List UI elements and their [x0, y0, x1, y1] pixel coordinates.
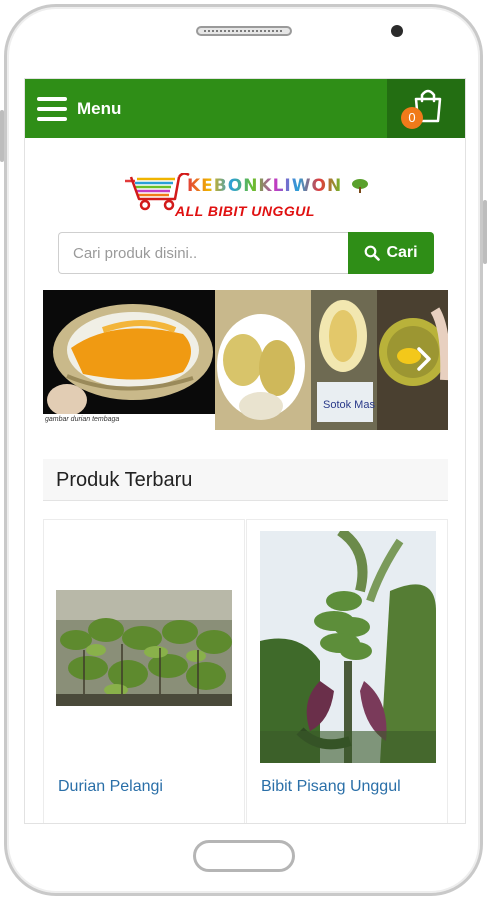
product-name[interactable]: Bibit Pisang Unggul: [261, 778, 401, 796]
app-screen: Menu 0 KEBONKLIWON ALL BIBIT UNGGUL Cari…: [24, 78, 466, 824]
search-button[interactable]: Cari: [348, 232, 434, 274]
cart-count-badge: 0: [401, 107, 423, 129]
tree-icon: [352, 179, 368, 193]
phone-home-button[interactable]: [193, 840, 295, 872]
search-button-label: Cari: [386, 244, 418, 261]
menu-button[interactable]: Menu: [37, 93, 121, 125]
search-icon: [365, 245, 381, 261]
product-grid: Durian Pelangi Bibit Pisang Unggul: [43, 519, 448, 823]
volume-button: [483, 200, 487, 264]
logo-tagline: ALL BIBIT UNGGUL: [175, 203, 315, 219]
product-image: [260, 531, 436, 763]
banner-photo-label: Sotok Mas: [323, 399, 375, 411]
hamburger-icon: [37, 97, 67, 121]
logo-brand-text: KEBONKLIWON: [187, 176, 343, 196]
menu-label: Menu: [77, 99, 122, 118]
product-image: [56, 590, 232, 706]
top-navbar: Menu 0: [25, 79, 465, 138]
phone-speaker: [196, 26, 292, 36]
product-card[interactable]: Bibit Pisang Unggul: [246, 519, 448, 823]
power-button: [0, 110, 4, 162]
chevron-right-icon[interactable]: [414, 346, 434, 372]
section-title: Produk Terbaru: [43, 459, 448, 501]
site-logo[interactable]: KEBONKLIWON ALL BIBIT UNGGUL: [123, 173, 373, 229]
search-input[interactable]: [58, 232, 348, 274]
search-bar: Cari: [58, 232, 434, 274]
cart-button[interactable]: 0: [387, 79, 465, 138]
banner-caption: gambar durian tembaga: [45, 416, 120, 423]
banner-slider[interactable]: Sotok Mas gambar durian tembaga: [43, 290, 448, 430]
phone-camera: [391, 25, 403, 37]
product-name[interactable]: Durian Pelangi: [58, 778, 163, 796]
product-card[interactable]: Durian Pelangi: [43, 519, 245, 823]
banner-image: Sotok Mas: [43, 290, 448, 430]
